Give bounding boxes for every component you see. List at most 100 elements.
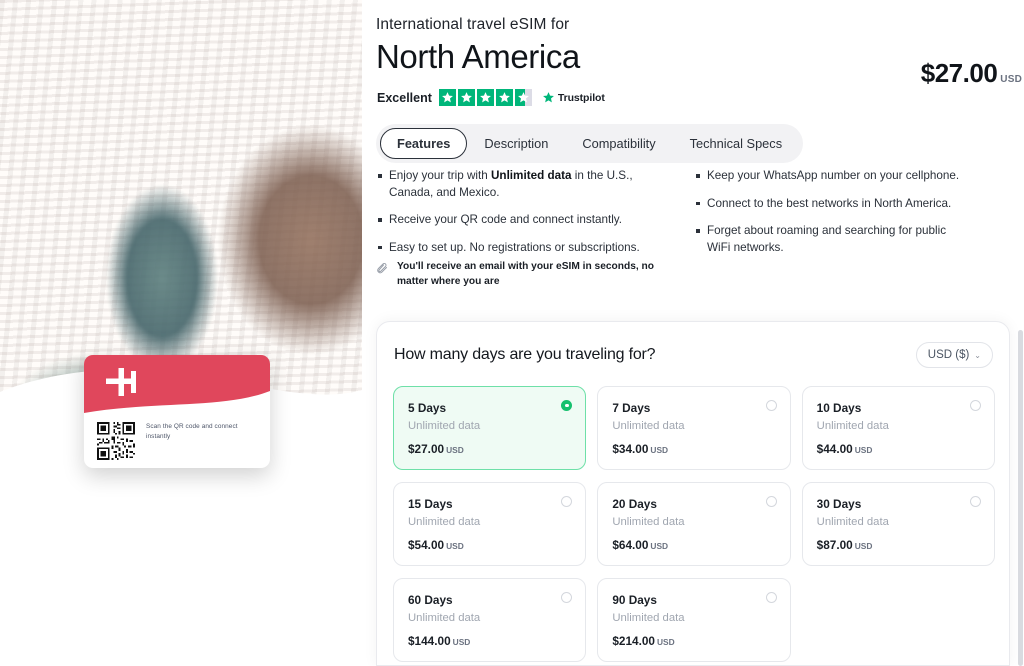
plan-price-currency: USD <box>446 541 464 551</box>
plan-price: $27.00 USD <box>408 442 571 456</box>
plan-price-amount: $87.00 <box>816 538 853 552</box>
feature-text-pre: Connect to the best networks in North Am… <box>707 196 952 210</box>
feature-item: Easy to set up. No registrations or subs… <box>376 240 670 257</box>
price-currency: USD <box>1000 74 1022 85</box>
plan-price-amount: $54.00 <box>408 538 445 552</box>
plan-days: 60 Days <box>408 593 453 607</box>
currency-selector[interactable]: USD ($) ⌄ <box>915 342 993 368</box>
plan-data: Unlimited data <box>408 420 481 432</box>
plan-price-currency: USD <box>452 637 471 647</box>
page-scrollbar[interactable] <box>1018 330 1023 666</box>
star-icon <box>457 89 475 106</box>
qr-caption: Scan the QR code and connect instantly <box>146 423 238 440</box>
plan-price: $44.00 USD <box>817 442 980 456</box>
tab-technical-specs[interactable]: Technical Specs <box>673 128 799 159</box>
trustpilot-brand: Trustpilot <box>542 91 605 104</box>
plan-data: Unlimited data <box>408 516 481 528</box>
paperclip-icon <box>376 262 388 274</box>
plan-option[interactable]: 10 Days Unlimited data $44.00 USD <box>801 386 995 470</box>
brand-logo-icon <box>106 368 136 396</box>
qr-code-icon <box>97 422 135 460</box>
plan-price-currency: USD <box>854 541 873 551</box>
plans-panel-header: How many days are you traveling for? USD… <box>394 342 993 368</box>
plan-price-amount: $214.00 <box>612 634 655 648</box>
plan-option[interactable]: 5 Days Unlimited data $27.00 USD <box>393 386 587 470</box>
plan-price-currency: USD <box>650 445 669 455</box>
tab-features[interactable]: Features <box>380 128 468 159</box>
star-rating <box>438 89 532 106</box>
chevron-down-icon: ⌄ <box>974 350 981 360</box>
plan-option[interactable]: 7 Days Unlimited data $34.00 USD <box>597 386 791 470</box>
radio-icon[interactable] <box>969 400 981 411</box>
plan-days: 7 Days <box>612 401 651 415</box>
feature-text-pre: Receive your QR code and connect instant… <box>389 213 623 227</box>
plan-option[interactable]: 20 Days Unlimited data $64.00 USD <box>597 482 791 566</box>
plan-price: $87.00 USD <box>817 538 980 552</box>
feature-text-pre: Forget about roaming and searching for p… <box>707 224 947 254</box>
email-note: You'll receive an email with your eSIM i… <box>376 260 676 290</box>
plan-price-currency: USD <box>854 445 873 455</box>
features-column-left: Enjoy your trip with Unlimited data in t… <box>376 168 670 267</box>
radio-icon[interactable] <box>765 496 777 507</box>
plan-price-currency: USD <box>656 637 675 647</box>
feature-item: Keep your WhatsApp number on your cellph… <box>694 168 972 185</box>
plan-option[interactable]: 15 Days Unlimited data $54.00 USD <box>393 482 587 566</box>
rating-word: Excellent <box>377 90 432 105</box>
plan-days: 30 Days <box>816 497 862 511</box>
tab-description[interactable]: Description <box>467 128 565 159</box>
tab-compatibility[interactable]: Compatibility <box>565 128 672 159</box>
plan-days: 90 Days <box>612 593 657 607</box>
plan-data: Unlimited data <box>612 612 685 624</box>
qr-promo-card: Scan the QR code and connect instantly <box>84 355 270 468</box>
plan-price-currency: USD <box>446 445 464 455</box>
plan-data: Unlimited data <box>408 612 481 624</box>
email-note-text: You'll receive an email with your eSIM i… <box>397 261 654 287</box>
plan-days: 20 Days <box>612 497 657 511</box>
plan-price: $54.00 USD <box>408 538 571 552</box>
plan-price-amount: $27.00 <box>408 442 445 456</box>
plan-options: 5 Days Unlimited data $27.00 USD 7 Days U… <box>393 386 995 662</box>
feature-text-pre: Keep your WhatsApp number on your cellph… <box>707 169 960 182</box>
currency-value: USD ($) <box>927 349 970 361</box>
plan-days: 10 Days <box>816 401 862 415</box>
product-eyebrow: International travel eSIM for <box>376 16 570 33</box>
product-page: Scan the QR code and connect instantly I… <box>0 0 1024 666</box>
star-icon <box>438 89 456 106</box>
plan-option[interactable]: 60 Days Unlimited data $144.00 USD <box>393 578 587 662</box>
page-title: North America <box>376 38 580 75</box>
feature-item: Receive your QR code and connect instant… <box>376 212 670 229</box>
feature-item: Connect to the best networks in North Am… <box>694 196 972 213</box>
radio-icon[interactable] <box>765 400 777 411</box>
trustpilot-star-icon <box>542 92 554 103</box>
feature-text-pre: Easy to set up. No registrations or subs… <box>389 240 640 254</box>
plan-price-amount: $144.00 <box>408 634 451 648</box>
plan-price: $64.00 USD <box>612 538 775 552</box>
radio-icon[interactable] <box>765 592 777 603</box>
feature-text-bold: Unlimited data <box>490 169 572 182</box>
feature-text-pre: Enjoy your trip with <box>389 169 491 182</box>
product-tabs: Features Description Compatibility Techn… <box>376 124 804 163</box>
product-price: $27.00 USD <box>921 58 1022 89</box>
plans-panel: How many days are you traveling for? USD… <box>376 321 1010 666</box>
plan-option[interactable]: 30 Days Unlimited data $87.00 USD <box>801 482 995 566</box>
feature-item: Enjoy your trip with Unlimited data in t… <box>376 168 670 201</box>
trustpilot-rating[interactable]: Excellent Trustpilot <box>377 89 605 106</box>
plan-option[interactable]: 90 Days Unlimited data $214.00 USD <box>597 578 791 662</box>
plan-price: $214.00 USD <box>612 634 775 648</box>
plan-data: Unlimited data <box>816 516 889 528</box>
trustpilot-name: Trustpilot <box>557 91 605 104</box>
plan-data: Unlimited data <box>612 420 685 432</box>
plan-data: Unlimited data <box>816 420 889 432</box>
radio-icon[interactable] <box>969 496 981 507</box>
plan-data: Unlimited data <box>612 516 685 528</box>
feature-item: Forget about roaming and searching for p… <box>694 223 972 256</box>
plan-price-currency: USD <box>650 541 669 551</box>
plan-days: 15 Days <box>408 497 453 511</box>
plan-days: 5 Days <box>408 401 447 415</box>
star-icon <box>476 89 494 106</box>
plan-price-amount: $44.00 <box>816 442 853 456</box>
star-icon <box>495 89 513 106</box>
plan-price-amount: $64.00 <box>612 538 649 552</box>
plans-title: How many days are you traveling for? <box>394 346 656 363</box>
star-icon-partial <box>514 89 532 106</box>
